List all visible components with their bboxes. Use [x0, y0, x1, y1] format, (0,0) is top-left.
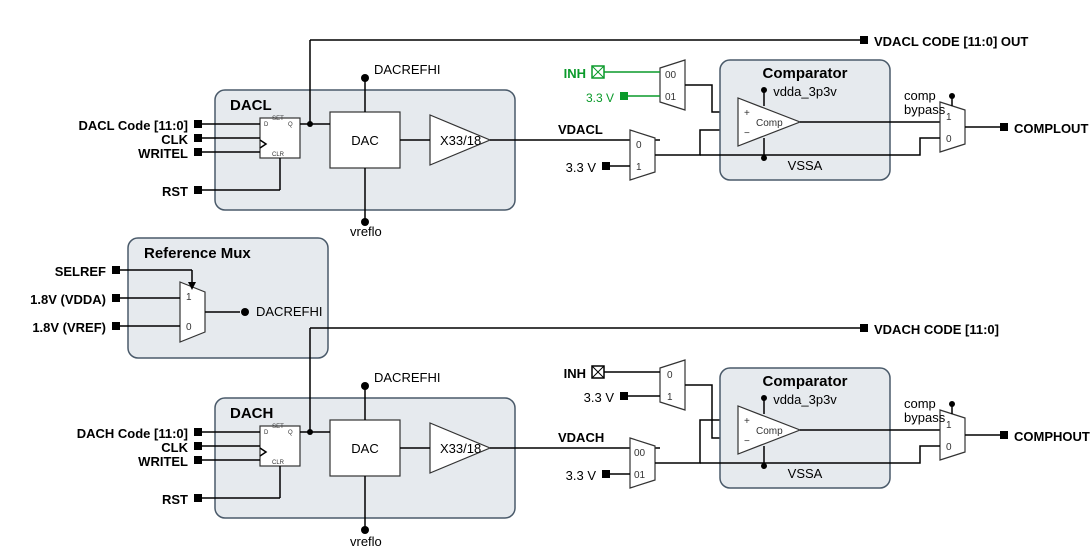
dach-title: DACH: [230, 405, 273, 422]
cmpH-byp1: 1: [946, 420, 952, 431]
dacl-posmux-b-label: 3.3 V: [586, 91, 614, 105]
svg-text:SET: SET: [272, 424, 284, 430]
cmpL-ground: VSSA: [788, 158, 823, 173]
dacl-pos-mux: 00 01 INH 3.3 V: [564, 60, 685, 110]
dach-gain-label: X33/18: [440, 441, 481, 456]
dach-dac-label: DAC: [351, 441, 378, 456]
dach-in2: WRITEL: [138, 454, 188, 469]
dacl-negmux-a: 0: [636, 140, 642, 151]
cmpL-byp0: 0: [946, 134, 952, 145]
dacl-gain-label: X33/18: [440, 133, 481, 148]
reference-mux-block: Reference Mux 1 0: [120, 238, 328, 358]
svg-text:SET: SET: [272, 116, 284, 122]
dach-posmux-b: 01: [634, 470, 646, 481]
cmpH-byp0: 0: [946, 442, 952, 453]
dach-negmux-b: 1: [667, 392, 673, 403]
svg-text:−: −: [744, 128, 750, 139]
dacl-block: DACL D Q SET CLR DAC X33/18: [202, 74, 515, 226]
dacl-dac-label: DAC: [351, 133, 378, 148]
dacl-posmux-a-label: INH: [564, 66, 586, 81]
cmpL-byp1: 1: [946, 112, 952, 123]
svg-text:CLR: CLR: [272, 152, 285, 158]
comparator-l-block: Comparator + − Comp vdda_3p3v VSSA: [720, 60, 940, 180]
svg-text:Q: Q: [288, 122, 293, 128]
cmpL-out-label: COMPLOUT: [1014, 121, 1088, 136]
dach-posmux-a: 00: [634, 448, 646, 459]
dacl-neg-mux: 0 1 3.3 V: [566, 130, 655, 180]
cmpH-ground: VSSA: [788, 466, 823, 481]
cmpH-supply: vdda_3p3v: [773, 392, 837, 407]
dacl-negmux-b-label: 3.3 V: [566, 160, 597, 175]
dach-negmux-a: 0: [667, 370, 673, 381]
cmpL-bypass-l1: comp: [904, 88, 936, 103]
dach-pos-mux: 00 01 3.3 V: [566, 438, 655, 488]
svg-text:+: +: [744, 416, 750, 427]
dacl-reflo-label: vreflo: [350, 224, 382, 239]
dach-posmux-b-label: 3.3 V: [566, 468, 597, 483]
svg-text:D: D: [264, 122, 269, 128]
dach-refhi-label: DACREFHI: [374, 370, 440, 385]
cmpH-comp-label: Comp: [756, 426, 783, 437]
refmux-in0-label: 1.8V (VREF): [32, 320, 106, 335]
dacl-codeout-label: VDACL CODE [11:0] OUT: [874, 34, 1028, 49]
svg-text:bypass: bypass: [904, 410, 946, 425]
cmpH-out-label: COMPHOUT: [1014, 429, 1090, 444]
dach-in3: RST: [162, 492, 188, 507]
refmux-opt1: 1: [186, 292, 192, 303]
svg-text:+: +: [744, 108, 750, 119]
dach-in1: CLK: [161, 440, 188, 455]
dacl-negmux-b: 1: [636, 162, 642, 173]
dacl-refhi-label: DACREFHI: [374, 62, 440, 77]
refmux-in1-label: 1.8V (VDDA): [30, 292, 106, 307]
dacl-in3: RST: [162, 184, 188, 199]
cmpL-bypass-l2: bypass: [904, 102, 946, 117]
svg-text:CLR: CLR: [272, 460, 285, 466]
selref-label: SELREF: [55, 264, 106, 279]
dacl-in0: DACL Code [11:0]: [78, 118, 188, 133]
dacl-in1: CLK: [161, 132, 188, 147]
dacl-posmux-a: 00: [665, 70, 677, 81]
vdacl-label: VDACL: [558, 122, 603, 137]
dacl-title: DACL: [230, 97, 272, 114]
refmux-opt0: 0: [186, 322, 192, 333]
svg-text:D: D: [264, 430, 269, 436]
cmpL-title: Comparator: [762, 65, 847, 82]
refmux-out-label: DACREFHI: [256, 304, 322, 319]
vdach-label: VDACH: [558, 430, 604, 445]
dach-neg-mux: 0 1 INH 3.3 V: [564, 360, 685, 410]
dach-negmux-a-label: INH: [564, 366, 586, 381]
dach-codeout-label: VDACH CODE [11:0]: [874, 322, 999, 337]
dach-in0: DACH Code [11:0]: [77, 426, 188, 441]
dach-negmux-b-label: 3.3 V: [584, 390, 615, 405]
refmux-title: Reference Mux: [144, 245, 251, 262]
svg-text:Q: Q: [288, 430, 293, 436]
svg-text:−: −: [744, 436, 750, 447]
svg-text:comp: comp: [904, 396, 936, 411]
cmpL-supply: vdda_3p3v: [773, 84, 837, 99]
cmpH-title: Comparator: [762, 373, 847, 390]
dach-block: DACH D Q SET CLR DAC X33/18: [202, 382, 515, 534]
cmpL-comp-label: Comp: [756, 118, 783, 129]
dacl-in2: WRITEL: [138, 146, 188, 161]
dach-reflo-label: vreflo: [350, 534, 382, 549]
comparator-h-block: Comparator + − Comp vdda_3p3v VSSA: [720, 368, 940, 488]
dacl-posmux-b: 01: [665, 92, 677, 103]
